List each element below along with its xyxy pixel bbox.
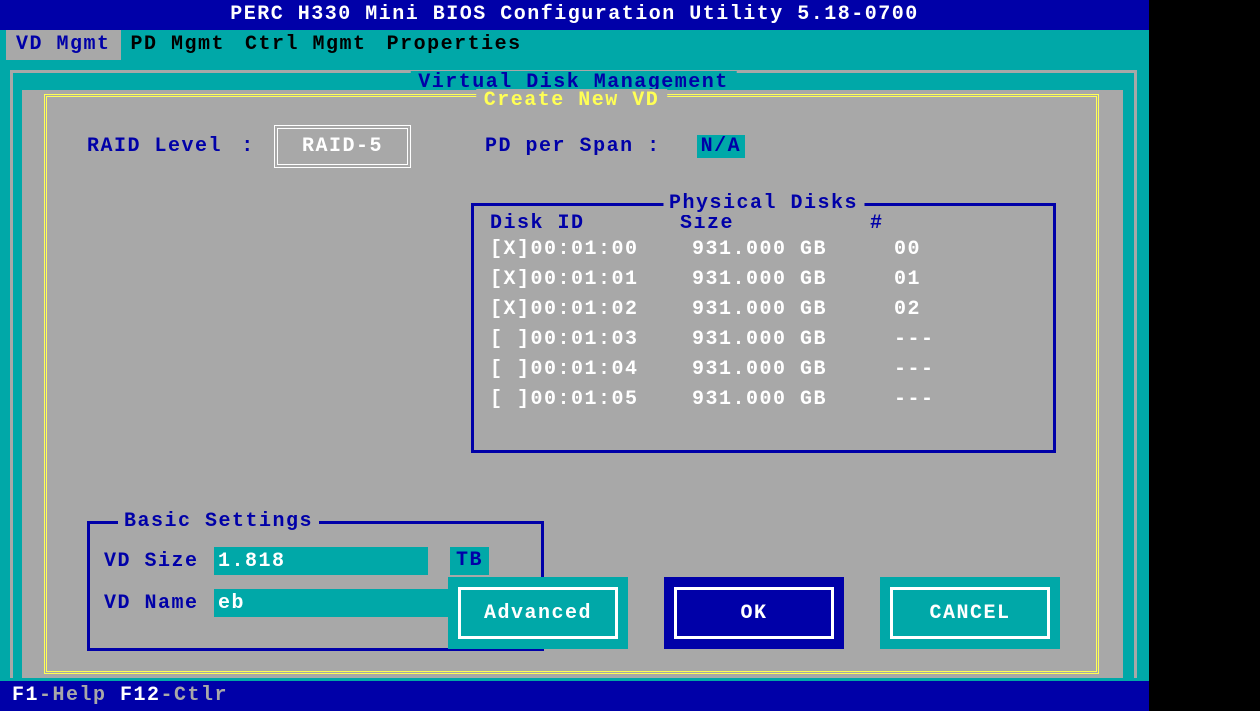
pd-cell-num: 00 bbox=[894, 235, 964, 265]
raid-level-label: RAID Level bbox=[87, 135, 222, 158]
vd-name-label: VD Name bbox=[104, 592, 214, 615]
help-text-help: -Help bbox=[39, 684, 120, 707]
physical-disk-row[interactable]: [X]00:01:01931.000 GB01 bbox=[490, 265, 1037, 295]
physical-disk-row[interactable]: [ ]00:01:05931.000 GB--- bbox=[490, 385, 1037, 415]
help-text-ctlr: -Ctlr bbox=[161, 684, 229, 707]
physical-disks-box: Physical Disks Disk ID Size # [X]00:01:0… bbox=[471, 203, 1056, 453]
pd-col-num: # bbox=[870, 212, 884, 235]
physical-disk-row[interactable]: [ ]00:01:04931.000 GB--- bbox=[490, 355, 1037, 385]
pd-col-disk-id: Disk ID bbox=[490, 212, 680, 235]
pd-cell-id: [ ]00:01:03 bbox=[490, 325, 692, 355]
help-bar: F1-Help F12-Ctlr bbox=[0, 681, 1149, 711]
pd-cell-num: --- bbox=[894, 385, 964, 415]
ok-button[interactable]: OK bbox=[664, 577, 844, 649]
menu-properties[interactable]: Properties bbox=[377, 30, 532, 60]
physical-disk-row[interactable]: [X]00:01:00931.000 GB00 bbox=[490, 235, 1037, 265]
pd-cell-size: 931.000 GB bbox=[692, 385, 894, 415]
cancel-button-label: CANCEL bbox=[890, 587, 1050, 639]
panel-title: Create New VD bbox=[476, 89, 668, 112]
help-key-f1: F1 bbox=[12, 684, 39, 707]
menu-pd-mgmt[interactable]: PD Mgmt bbox=[121, 30, 236, 60]
pd-cell-id: [X]00:01:01 bbox=[490, 265, 692, 295]
vd-size-label: VD Size bbox=[104, 550, 214, 573]
pd-cell-num: --- bbox=[894, 355, 964, 385]
menu-bar: VD Mgmt PD Mgmt Ctrl Mgmt Properties bbox=[0, 30, 1149, 60]
vd-management-frame: Virtual Disk Management Create New VD RA… bbox=[0, 60, 1149, 681]
help-key-f12: F12 bbox=[120, 684, 161, 707]
physical-disks-header: Disk ID Size # bbox=[490, 212, 1037, 235]
pd-cell-size: 931.000 GB bbox=[692, 235, 894, 265]
advanced-button[interactable]: Advanced bbox=[448, 577, 628, 649]
pd-cell-size: 931.000 GB bbox=[692, 355, 894, 385]
pd-cell-id: [X]00:01:02 bbox=[490, 295, 692, 325]
cancel-button[interactable]: CANCEL bbox=[880, 577, 1060, 649]
pd-cell-id: [ ]00:01:05 bbox=[490, 385, 692, 415]
raid-level-selector[interactable]: RAID-5 bbox=[274, 125, 411, 168]
advanced-button-label: Advanced bbox=[458, 587, 618, 639]
pd-cell-size: 931.000 GB bbox=[692, 325, 894, 355]
pd-cell-id: [ ]00:01:04 bbox=[490, 355, 692, 385]
vd-size-unit[interactable]: TB bbox=[450, 547, 489, 575]
pd-per-span-value[interactable]: N/A bbox=[697, 135, 746, 158]
physical-disks-title: Physical Disks bbox=[663, 192, 864, 215]
pd-cell-num: --- bbox=[894, 325, 964, 355]
pd-cell-num: 02 bbox=[894, 295, 964, 325]
basic-settings-title: Basic Settings bbox=[118, 510, 319, 533]
physical-disk-row[interactable]: [X]00:01:02931.000 GB02 bbox=[490, 295, 1037, 325]
pd-cell-num: 01 bbox=[894, 265, 964, 295]
physical-disk-row[interactable]: [ ]00:01:03931.000 GB--- bbox=[490, 325, 1037, 355]
create-new-vd-panel: Create New VD RAID Level : RAID-5 PD per… bbox=[22, 90, 1123, 678]
vd-name-input[interactable] bbox=[214, 589, 478, 617]
vd-size-input[interactable] bbox=[214, 547, 428, 575]
menu-vd-mgmt[interactable]: VD Mgmt bbox=[6, 30, 121, 60]
pd-col-size: Size bbox=[680, 212, 870, 235]
raid-separator: : bbox=[236, 135, 260, 158]
ok-button-label: OK bbox=[674, 587, 834, 639]
pd-per-span-label: PD per Span : bbox=[485, 135, 661, 158]
pd-cell-size: 931.000 GB bbox=[692, 295, 894, 325]
menu-ctrl-mgmt[interactable]: Ctrl Mgmt bbox=[235, 30, 377, 60]
pd-cell-size: 931.000 GB bbox=[692, 265, 894, 295]
pd-cell-id: [X]00:01:00 bbox=[490, 235, 692, 265]
title-bar: PERC H330 Mini BIOS Configuration Utilit… bbox=[0, 0, 1149, 30]
